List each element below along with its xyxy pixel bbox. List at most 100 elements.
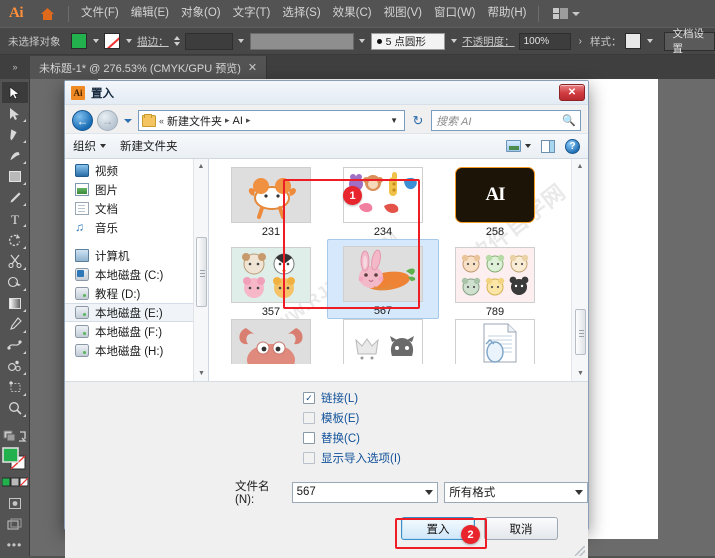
stroke-dropdown-icon[interactable] bbox=[124, 33, 133, 49]
checkbox-show-import-options[interactable] bbox=[303, 452, 315, 464]
nav-item-disk-d[interactable]: 教程 (D:) bbox=[65, 284, 208, 303]
back-button[interactable]: ← bbox=[72, 110, 93, 131]
nav-item-videos[interactable]: 视频 bbox=[65, 161, 208, 180]
scissors-tool[interactable] bbox=[2, 251, 28, 272]
opacity-expand-icon[interactable]: › bbox=[575, 36, 586, 47]
more-tools-button[interactable]: ••• bbox=[2, 535, 28, 556]
opacity-field[interactable]: 100% bbox=[518, 32, 571, 50]
pen-tool[interactable] bbox=[2, 124, 28, 145]
stroke-profile-dropdown-icon[interactable] bbox=[358, 33, 367, 49]
fill-dropdown-icon[interactable] bbox=[91, 33, 100, 49]
forward-button[interactable]: → bbox=[97, 110, 118, 131]
file-scrollbar[interactable]: ▲ ▼ bbox=[571, 159, 588, 381]
filetype-select[interactable]: 所有格式 bbox=[444, 481, 588, 503]
organize-button[interactable]: 组织 bbox=[73, 138, 106, 154]
file-item-789[interactable]: 789 bbox=[439, 239, 551, 319]
preview-pane-icon[interactable] bbox=[541, 139, 555, 153]
eyedropper-tool[interactable] bbox=[2, 314, 28, 335]
nav-item-disk-h[interactable]: 本地磁盘 (H:) bbox=[65, 341, 208, 360]
checkbox-replace[interactable] bbox=[303, 432, 315, 444]
rectangle-tool[interactable] bbox=[2, 166, 28, 187]
nav-scroll-thumb[interactable] bbox=[196, 237, 207, 307]
menu-edit[interactable]: 编辑(E) bbox=[125, 0, 175, 27]
menu-object[interactable]: 对象(O) bbox=[175, 0, 227, 27]
stroke-weight-field[interactable] bbox=[184, 32, 233, 50]
scroll-down-icon[interactable]: ▼ bbox=[572, 366, 588, 381]
nav-item-computer[interactable]: 计算机 bbox=[65, 246, 208, 265]
gradient-tool[interactable] bbox=[2, 293, 28, 314]
search-input[interactable]: 搜索 AI bbox=[436, 113, 562, 129]
stroke-weight-dropdown-icon[interactable] bbox=[237, 33, 246, 49]
breadcrumb-item-0[interactable]: 新建文件夹 bbox=[167, 113, 222, 129]
style-dropdown-icon[interactable] bbox=[645, 33, 654, 49]
panel-gripper[interactable]: » bbox=[0, 55, 30, 79]
file-list-pane[interactable]: 软件自学网 WWW.RJZXW.COM bbox=[209, 159, 588, 381]
change-view-button[interactable] bbox=[506, 140, 531, 152]
direct-selection-tool[interactable] bbox=[2, 103, 28, 124]
symbol-sprayer-tool[interactable] bbox=[2, 356, 28, 377]
close-icon[interactable]: ✕ bbox=[559, 84, 585, 101]
nav-item-documents[interactable]: 文档 bbox=[65, 199, 208, 218]
file-item-crab[interactable] bbox=[215, 319, 327, 365]
drawing-mode-icon[interactable] bbox=[2, 493, 28, 514]
menu-window[interactable]: 窗口(W) bbox=[428, 0, 482, 27]
selection-tool[interactable] bbox=[1, 82, 28, 104]
blend-tool[interactable] bbox=[2, 335, 28, 356]
dialog-title-bar[interactable]: Ai 置入 ✕ bbox=[65, 81, 588, 105]
screen-mode-icon[interactable] bbox=[2, 514, 28, 535]
stroke-color-swatch[interactable] bbox=[104, 33, 121, 49]
option-link[interactable]: ✓ 链接(L) bbox=[65, 388, 588, 408]
document-settings-button[interactable]: 文档设置 bbox=[664, 28, 715, 55]
paintbrush-tool[interactable] bbox=[2, 187, 28, 208]
workspace-switcher[interactable] bbox=[553, 8, 581, 19]
scroll-up-icon[interactable]: ▲ bbox=[194, 159, 208, 174]
menu-select[interactable]: 选择(S) bbox=[276, 0, 326, 27]
artboard-tool[interactable] bbox=[2, 377, 28, 398]
option-template[interactable]: 模板(E) bbox=[65, 408, 588, 428]
address-bar[interactable]: « 新建文件夹 ▸ AI ▸ ▼ bbox=[138, 110, 405, 131]
file-item-567[interactable]: 567 bbox=[327, 239, 439, 319]
stroke-profile-field[interactable] bbox=[249, 32, 354, 50]
color-mode-row[interactable] bbox=[1, 472, 28, 493]
file-item-crown-cat[interactable] bbox=[327, 319, 439, 365]
breadcrumb-item-1[interactable]: AI bbox=[233, 115, 243, 127]
shape-builder-tool[interactable] bbox=[2, 272, 28, 293]
graphic-style-swatch[interactable] bbox=[625, 33, 642, 49]
dialog-resize-grip[interactable] bbox=[575, 546, 585, 556]
filename-input[interactable]: 567 bbox=[291, 481, 439, 503]
menu-effect[interactable]: 效果(C) bbox=[327, 0, 378, 27]
new-folder-button[interactable]: 新建文件夹 bbox=[120, 138, 178, 154]
nav-scrollbar[interactable]: ▲ ▼ bbox=[193, 159, 208, 381]
nav-item-disk-c[interactable]: 本地磁盘 (C:) bbox=[65, 265, 208, 284]
zoom-tool[interactable] bbox=[2, 398, 28, 419]
curvature-tool[interactable] bbox=[2, 145, 28, 166]
brush-dropdown-icon[interactable] bbox=[449, 33, 458, 49]
recent-locations-icon[interactable] bbox=[122, 110, 134, 131]
nav-item-disk-e[interactable]: 本地磁盘 (E:) bbox=[65, 303, 208, 322]
file-item-page-doc[interactable] bbox=[439, 319, 551, 365]
rotate-tool[interactable] bbox=[2, 229, 28, 250]
home-icon[interactable] bbox=[32, 0, 62, 27]
option-import-options[interactable]: 显示导入选项(I) bbox=[65, 448, 588, 468]
fill-color-swatch[interactable] bbox=[71, 33, 88, 49]
checkbox-link[interactable]: ✓ bbox=[303, 392, 315, 404]
menu-view[interactable]: 视图(V) bbox=[378, 0, 428, 27]
stroke-weight-stepper[interactable] bbox=[173, 33, 181, 49]
file-item-357[interactable]: 357 bbox=[215, 239, 327, 319]
menu-help[interactable]: 帮助(H) bbox=[482, 0, 533, 27]
scroll-down-icon[interactable]: ▼ bbox=[194, 366, 208, 381]
change-screen-mode-row[interactable] bbox=[2, 426, 28, 447]
brush-definition-field[interactable]: 5 点圆形 bbox=[370, 32, 446, 50]
file-item-231[interactable]: 231 bbox=[215, 159, 327, 239]
close-icon[interactable]: ✕ bbox=[248, 61, 257, 74]
file-item-258[interactable]: AI 258 bbox=[439, 159, 551, 239]
help-icon[interactable]: ? bbox=[565, 138, 580, 154]
file-scroll-thumb[interactable] bbox=[575, 309, 586, 355]
menu-file[interactable]: 文件(F) bbox=[75, 0, 125, 27]
scroll-up-icon[interactable]: ▲ bbox=[572, 159, 588, 174]
type-tool[interactable]: T bbox=[2, 208, 28, 229]
fill-stroke-swatches[interactable] bbox=[1, 447, 28, 472]
refresh-icon[interactable]: ↻ bbox=[409, 110, 427, 131]
nav-item-disk-f[interactable]: 本地磁盘 (F:) bbox=[65, 322, 208, 341]
checkbox-template[interactable] bbox=[303, 412, 315, 424]
